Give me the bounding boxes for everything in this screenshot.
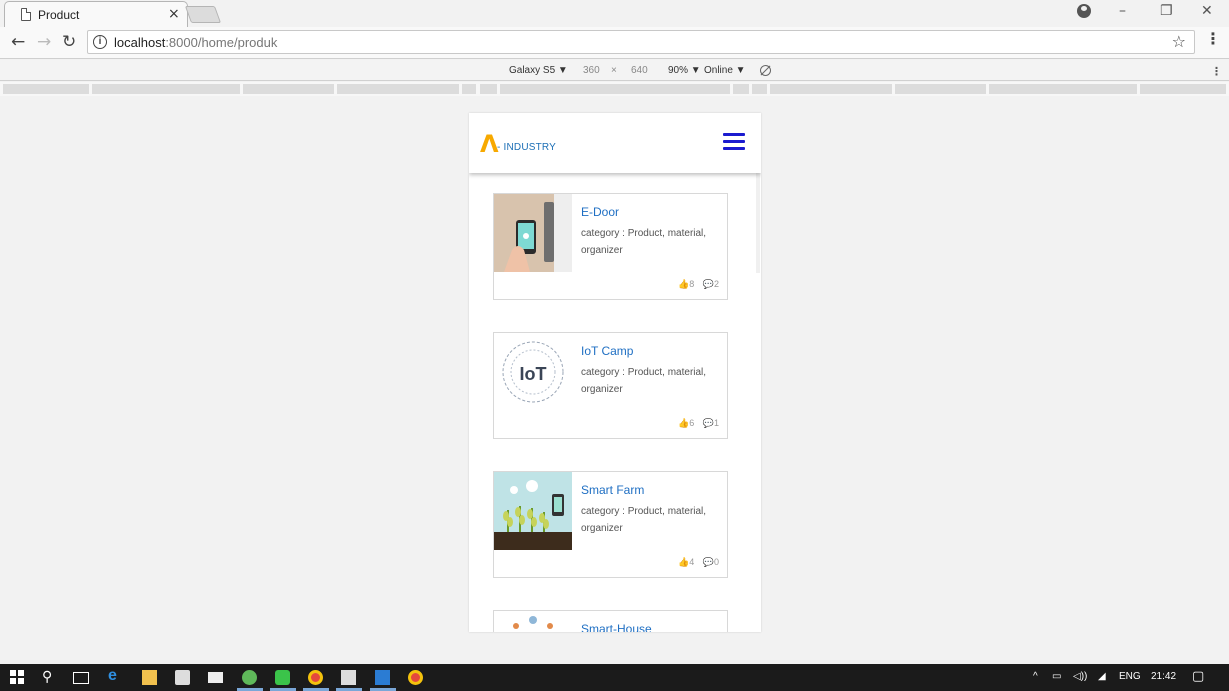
app-header: Λ - INDUSTRY bbox=[469, 113, 761, 173]
edge-icon[interactable]: e bbox=[108, 667, 117, 685]
like-count: 8 bbox=[689, 279, 695, 289]
url-text: localhost:8000/home/produk bbox=[114, 35, 277, 50]
device-toolbar-menu-icon[interactable]: ⋮ bbox=[1211, 65, 1222, 78]
new-tab-button[interactable] bbox=[184, 6, 222, 23]
comment-count: 1 bbox=[713, 418, 719, 428]
search-icon[interactable]: ⚲ bbox=[42, 668, 52, 685]
like-icon[interactable]: 👍 bbox=[678, 279, 689, 290]
notifications-icon[interactable]: ▢ bbox=[1192, 668, 1204, 684]
svg-text:IoT: IoT bbox=[520, 364, 547, 384]
product-title[interactable]: Smart-House bbox=[581, 622, 652, 632]
browser-tab-strip: Product × – ❐ ✕ bbox=[0, 0, 1229, 27]
e-door-thumbnail[interactable] bbox=[494, 194, 572, 272]
scrollbar[interactable] bbox=[756, 173, 760, 273]
product-stats: 👍4 💬0 bbox=[672, 557, 719, 568]
reload-icon[interactable]: ↻ bbox=[62, 32, 76, 52]
logo-mark[interactable]: Λ bbox=[480, 132, 499, 156]
iot-camp-thumbnail[interactable]: IoT bbox=[494, 333, 572, 411]
clock[interactable]: 21:42 bbox=[1151, 671, 1176, 682]
close-window-button[interactable]: ✕ bbox=[1201, 3, 1213, 19]
url-host: localhost bbox=[114, 35, 166, 50]
product-stats: 👍8 💬2 bbox=[672, 279, 719, 290]
mobile-viewport: Λ - INDUSTRY E-Door category : Product, … bbox=[469, 113, 761, 632]
device-height[interactable]: 640 bbox=[631, 65, 648, 76]
file-explorer-icon[interactable] bbox=[142, 670, 157, 685]
product-card-e-door[interactable]: E-Door category : Product, material, org… bbox=[493, 193, 728, 300]
comment-icon[interactable]: 💬 bbox=[703, 279, 714, 290]
dimension-separator: × bbox=[611, 65, 617, 76]
mail-icon[interactable] bbox=[208, 672, 223, 683]
smart-farm-thumbnail[interactable] bbox=[494, 472, 572, 550]
device-select[interactable]: Galaxy S5 ▼ bbox=[509, 65, 568, 76]
product-card-iot-camp[interactable]: IoT IoT Camp category : Product, materia… bbox=[493, 332, 728, 439]
forward-arrow-icon[interactable]: → bbox=[37, 32, 51, 52]
product-card-smart-farm[interactable]: Smart Farm category : Product, material,… bbox=[493, 471, 728, 578]
word-doc-icon[interactable] bbox=[375, 670, 390, 685]
windows-start-icon[interactable] bbox=[10, 670, 24, 684]
language-indicator[interactable]: ENG bbox=[1119, 671, 1141, 682]
wifi-icon[interactable]: ◢ bbox=[1098, 671, 1106, 682]
chrome-icon[interactable] bbox=[308, 670, 323, 685]
photos-icon[interactable] bbox=[341, 670, 356, 685]
like-icon[interactable]: 👍 bbox=[678, 418, 689, 429]
tab-close-icon[interactable]: × bbox=[168, 6, 180, 22]
like-count: 6 bbox=[689, 418, 695, 428]
device-toolbar: Galaxy S5 ▼ 360 × 640 90% ▼ Online ▼ ⋮ bbox=[0, 60, 1229, 81]
zoom-select[interactable]: 90% ▼ bbox=[668, 65, 701, 76]
comment-icon[interactable]: 💬 bbox=[703, 557, 714, 568]
line-app-icon[interactable] bbox=[275, 670, 290, 685]
tab-title: Product bbox=[38, 8, 80, 22]
restore-button[interactable]: ❐ bbox=[1160, 3, 1173, 19]
product-title[interactable]: Smart Farm bbox=[581, 483, 644, 497]
address-bar[interactable]: i localhost:8000/home/produk ☆ bbox=[87, 30, 1195, 54]
device-width[interactable]: 360 bbox=[583, 65, 600, 76]
product-category: category : Product, material, organizer bbox=[581, 506, 707, 534]
like-icon[interactable]: 👍 bbox=[678, 557, 689, 568]
green-app-icon[interactable] bbox=[242, 670, 257, 685]
bookmark-star-icon[interactable]: ☆ bbox=[1172, 32, 1186, 51]
product-category: category : Product, material, organizer bbox=[581, 367, 707, 395]
browser-toolbar: ← → ↻ i localhost:8000/home/produk ☆ ⋮ bbox=[0, 27, 1229, 59]
browser-tab-product[interactable]: Product × bbox=[4, 1, 188, 27]
like-count: 4 bbox=[689, 557, 695, 567]
media-query-bar[interactable] bbox=[0, 82, 1229, 96]
browser-menu-icon[interactable]: ⋮ bbox=[1205, 32, 1221, 48]
chrome-icon-2[interactable] bbox=[408, 670, 423, 685]
back-arrow-icon[interactable]: ← bbox=[11, 32, 25, 52]
battery-icon[interactable]: ▭ bbox=[1052, 671, 1061, 682]
product-stats: 👍6 💬1 bbox=[672, 418, 719, 429]
product-title[interactable]: IoT Camp bbox=[581, 344, 633, 358]
network-throttle-select[interactable]: Online ▼ bbox=[704, 65, 746, 76]
smart-house-thumbnail[interactable] bbox=[494, 611, 572, 632]
comment-count: 2 bbox=[713, 279, 719, 289]
product-card-smart-house[interactable]: Smart-House bbox=[493, 610, 728, 632]
logo-text[interactable]: - INDUSTRY bbox=[497, 142, 556, 153]
profile-icon[interactable] bbox=[1077, 4, 1091, 18]
info-icon[interactable]: i bbox=[93, 35, 107, 49]
product-category: category : Product, material, organizer bbox=[581, 228, 707, 256]
volume-icon[interactable]: ◁)) bbox=[1073, 671, 1087, 682]
minimize-button[interactable]: – bbox=[1119, 3, 1126, 19]
store-icon[interactable] bbox=[175, 670, 190, 685]
windows-taskbar: ⚲ e ^ ▭ ◁)) ◢ ENG 21:42 ▢ bbox=[0, 664, 1229, 691]
comment-icon[interactable]: 💬 bbox=[703, 418, 714, 429]
task-view-icon[interactable] bbox=[73, 672, 89, 684]
rotate-icon[interactable] bbox=[760, 65, 771, 76]
comment-count: 0 bbox=[713, 557, 719, 567]
hamburger-menu-icon[interactable] bbox=[723, 133, 745, 151]
product-title[interactable]: E-Door bbox=[581, 205, 619, 219]
url-path: :8000/home/produk bbox=[165, 35, 278, 50]
tray-chevron-icon[interactable]: ^ bbox=[1033, 671, 1038, 682]
page-icon bbox=[21, 8, 31, 21]
